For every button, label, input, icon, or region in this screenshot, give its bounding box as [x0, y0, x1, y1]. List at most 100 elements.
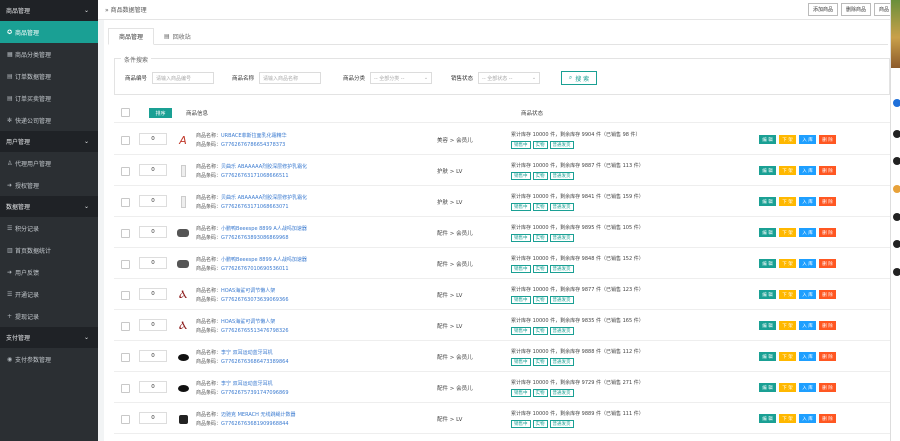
row-checkbox[interactable]	[121, 198, 130, 207]
stock-in-button[interactable]: 入 库	[799, 166, 816, 175]
delete-button[interactable]: 删 除	[819, 383, 836, 392]
stock-in-button[interactable]: 入 库	[799, 290, 816, 299]
sort-order-input[interactable]: 0	[139, 319, 167, 331]
stock-in-button[interactable]: 入 库	[799, 352, 816, 361]
edit-button[interactable]: 编 辑	[759, 135, 776, 144]
sidebar-section-header[interactable]: 用户管理 ⌄	[0, 131, 98, 152]
sidebar-section-header[interactable]: 支付管理 ⌄	[0, 327, 98, 348]
sort-button[interactable]: 排序	[149, 108, 172, 118]
sidebar-section-header[interactable]: 商品管理 ⌄	[0, 0, 98, 21]
search-select[interactable]: -- 全部状态 -- ⌄	[478, 72, 541, 84]
edit-button[interactable]: 编 辑	[759, 383, 776, 392]
sidebar-item[interactable]: ✻ 快递公司管理	[0, 109, 98, 131]
stock-in-button[interactable]: 入 库	[799, 259, 816, 268]
takedown-button[interactable]: 下 架	[779, 197, 796, 206]
product-name-link[interactable]: 小鹏鸭Beeespe 8899 A人战吗加速器	[221, 257, 307, 263]
edit-button[interactable]: 编 辑	[759, 352, 776, 361]
stock-in-button[interactable]: 入 库	[799, 383, 816, 392]
delete-button[interactable]: 删 除	[819, 166, 836, 175]
select-all-checkbox[interactable]	[121, 108, 130, 117]
stock-in-button[interactable]: 入 库	[799, 414, 816, 423]
sidebar-item[interactable]: ➜ 用户反馈	[0, 261, 98, 283]
search-button[interactable]: ⌕ 搜 索	[561, 71, 597, 85]
takedown-button[interactable]: 下 架	[779, 352, 796, 361]
sort-order-input[interactable]: 0	[139, 381, 167, 393]
row-checkbox[interactable]	[121, 260, 130, 269]
sidebar-section-header[interactable]: 数据管理 ⌄	[0, 196, 98, 217]
search-select[interactable]: -- 全部分类 -- ⌄	[370, 72, 433, 84]
product-name-link[interactable]: 迈驰克 MERACH 无线跳绳计数器	[221, 412, 296, 418]
sort-order-input[interactable]: 0	[139, 288, 167, 300]
row-checkbox[interactable]	[121, 415, 130, 424]
sidebar-item[interactable]: ▦ 商品分类管理	[0, 43, 98, 65]
sidebar-item[interactable]: ▤ 订单买卖管理	[0, 87, 98, 109]
product-name-link[interactable]: 小鹏鸭Beeespe 8899 A人战吗加速器	[221, 226, 307, 232]
sort-order-input[interactable]: 0	[139, 164, 167, 176]
takedown-button[interactable]: 下 架	[779, 166, 796, 175]
sidebar-item[interactable]: ◉ 支付参数管理	[0, 348, 98, 370]
sort-order-input[interactable]: 0	[139, 412, 167, 424]
edit-button[interactable]: 编 辑	[759, 321, 776, 330]
takedown-button[interactable]: 下 架	[779, 228, 796, 237]
sort-order-input[interactable]: 0	[139, 195, 167, 207]
product-name-link[interactable]: HOAS海鲨可调节懒人架	[221, 288, 275, 294]
sort-order-input[interactable]: 0	[139, 226, 167, 238]
sort-order-input[interactable]: 0	[139, 257, 167, 269]
takedown-button[interactable]: 下 架	[779, 290, 796, 299]
sort-order-input[interactable]: 0	[139, 350, 167, 362]
stock-in-button[interactable]: 入 库	[799, 321, 816, 330]
delete-button[interactable]: 删 除	[819, 321, 836, 330]
takedown-button[interactable]: 下 架	[779, 383, 796, 392]
sidebar-item[interactable]: ✪ 商品管理	[0, 21, 98, 43]
delete-button[interactable]: 删 除	[819, 135, 836, 144]
delete-button[interactable]: 删 除	[819, 290, 836, 299]
delete-button[interactable]: 删 除	[819, 352, 836, 361]
edit-button[interactable]: 编 辑	[759, 228, 776, 237]
takedown-button[interactable]: 下 架	[779, 414, 796, 423]
row-checkbox[interactable]	[121, 384, 130, 393]
sort-order-input[interactable]: 0	[139, 133, 167, 145]
row-checkbox[interactable]	[121, 322, 130, 331]
product-name-link[interactable]: HOAS海鲨可调节懒人架	[221, 319, 275, 325]
search-input[interactable]: 请输入商品编号	[152, 72, 215, 84]
edit-button[interactable]: 编 辑	[759, 197, 776, 206]
takedown-button[interactable]: 下 架	[779, 135, 796, 144]
sidebar-item[interactable]: ♙ 代理用户管理	[0, 152, 98, 174]
edit-button[interactable]: 编 辑	[759, 166, 776, 175]
edit-button[interactable]: 编 辑	[759, 414, 776, 423]
row-checkbox[interactable]	[121, 167, 130, 176]
stock-in-button[interactable]: 入 库	[799, 228, 816, 237]
product-name-link[interactable]: 李宁 双耳运动蓝牙耳机	[221, 350, 273, 356]
stock-in-button[interactable]: 入 库	[799, 135, 816, 144]
row-checkbox[interactable]	[121, 136, 130, 145]
status-tag: 销售中	[511, 389, 531, 397]
tab-recycle-bin[interactable]: ▤ 回收站	[154, 28, 201, 45]
delete-button[interactable]: 删 除	[819, 197, 836, 206]
product-name-link[interactable]: URBACE菲斯拉面乳化霜精华	[221, 133, 287, 139]
tab-product-manage[interactable]: 商品管理	[108, 28, 155, 45]
row-checkbox[interactable]	[121, 229, 130, 238]
delete-button[interactable]: 删 除	[819, 259, 836, 268]
sidebar-item[interactable]: ▤ 订单数据管理	[0, 65, 98, 87]
delete-button[interactable]: 删 除	[819, 228, 836, 237]
row-checkbox[interactable]	[121, 353, 130, 362]
delete-button[interactable]: 删 除	[819, 414, 836, 423]
takedown-button[interactable]: 下 架	[779, 321, 796, 330]
sidebar-item[interactable]: ▥ 首页数据统计	[0, 239, 98, 261]
product-name-link[interactable]: 李宁 双耳运动蓝牙耳机	[221, 381, 273, 387]
sidebar-item[interactable]: + 提现记录	[0, 305, 98, 327]
sidebar-item[interactable]: ☰ 开通记录	[0, 283, 98, 305]
sidebar-item[interactable]: ➜ 授权管理	[0, 174, 98, 196]
product-name-link[interactable]: 贝曲乐 ABAAAAA烈胶深层修护乳霜化	[221, 164, 307, 170]
delete-product-button[interactable]: 删除商品	[840, 3, 871, 16]
sidebar-item[interactable]: ☰ 积分记录	[0, 217, 98, 239]
row-checkbox[interactable]	[121, 291, 130, 300]
edit-button[interactable]: 编 辑	[759, 259, 776, 268]
search-input[interactable]: 请输入商品名称	[259, 72, 322, 84]
add-product-button[interactable]: 添加商品	[807, 3, 838, 16]
takedown-button[interactable]: 下 架	[779, 259, 796, 268]
edit-button[interactable]: 编 辑	[759, 290, 776, 299]
product-name-link[interactable]: 贝曲乐 ABAAAAA烈胶深层修护乳霜化	[221, 195, 307, 201]
stock-in-button[interactable]: 入 库	[799, 197, 816, 206]
trash-icon: ▤	[164, 33, 170, 40]
